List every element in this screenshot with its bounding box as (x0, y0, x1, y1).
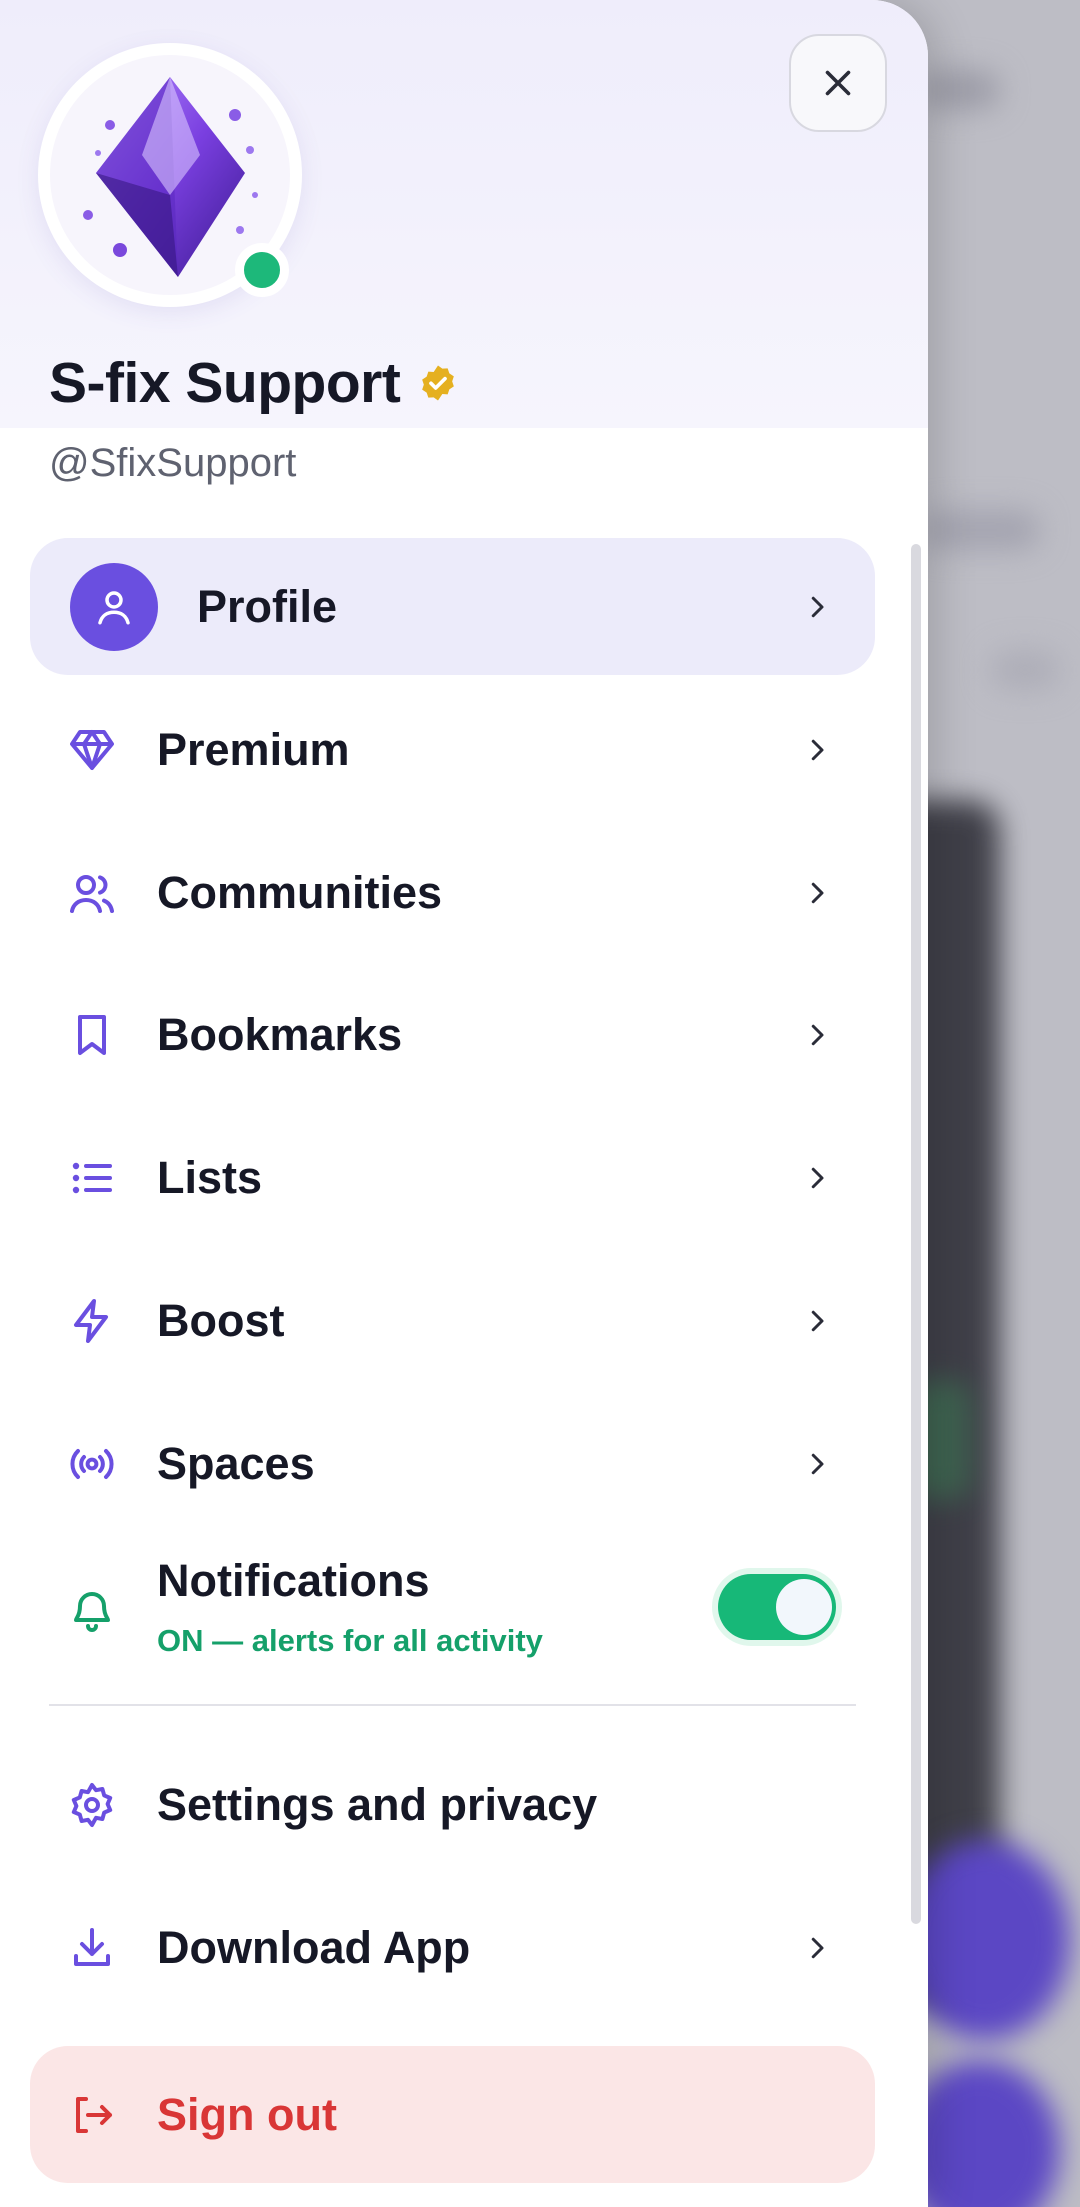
menu-item-label: Boost (157, 1294, 285, 1346)
bookmark-icon (68, 1011, 116, 1059)
side-drawer: S-fix Support @SfixSupport Profile Premi… (0, 0, 928, 2207)
notifications-toggle[interactable] (712, 1568, 842, 1646)
sign-out-label: Sign out (157, 2088, 337, 2140)
close-icon (825, 70, 851, 96)
toggle-track (718, 1574, 836, 1640)
sign-out-button[interactable]: Sign out (30, 2046, 875, 2183)
notifications-label: Notifications (157, 1555, 430, 1606)
menu-item-label: Download App (157, 1921, 471, 1973)
chevron-right-icon (811, 1310, 824, 1331)
bell-icon (68, 1586, 116, 1634)
menu-item-settings[interactable]: Settings and privacy (30, 1736, 875, 1873)
menu-item-label: Lists (157, 1151, 263, 1203)
broadcast-icon (68, 1440, 116, 1488)
menu-item-label: Premium (157, 723, 350, 775)
menu-item-label: Settings and privacy (157, 1778, 598, 1830)
chevron-right-icon (811, 1024, 824, 1045)
menu-item-label: Profile (197, 580, 338, 632)
users-icon (68, 869, 116, 917)
lightning-icon (68, 1297, 116, 1345)
logout-icon (68, 2091, 116, 2139)
profile-handle: @SfixSupport (49, 441, 297, 485)
download-icon (68, 1924, 116, 1972)
profile-name: S-fix Support (49, 351, 401, 415)
avatar[interactable] (38, 43, 302, 307)
online-status-dot (235, 243, 289, 297)
menu-item-boost[interactable]: Boost (30, 1252, 875, 1389)
menu-item-premium[interactable]: Premium (30, 681, 875, 818)
chevron-right-icon (811, 596, 824, 617)
chevron-right-icon (811, 739, 824, 760)
menu-item-communities[interactable]: Communities (30, 824, 875, 961)
menu-item-label: Communities (157, 866, 443, 918)
menu-item-label: Bookmarks (157, 1008, 403, 1060)
menu-item-bookmarks[interactable]: Bookmarks (30, 966, 875, 1103)
chevron-right-icon (811, 882, 824, 903)
gear-icon (68, 1781, 116, 1829)
chevron-right-icon (811, 1937, 824, 1958)
verified-badge-icon (422, 365, 455, 401)
menu-item-lists[interactable]: Lists (30, 1109, 875, 1246)
toggle-knob (776, 1579, 832, 1635)
notifications-status: ON — alerts for all activity (157, 1623, 543, 1658)
menu-item-label: Spaces (157, 1437, 315, 1489)
chevron-right-icon (811, 1167, 824, 1188)
divider (49, 1704, 856, 1706)
close-button[interactable] (789, 34, 887, 132)
chevron-right-icon (811, 1453, 824, 1474)
user-icon (70, 562, 158, 651)
profile-name-row: S-fix Support (49, 350, 458, 416)
menu-item-download-app[interactable]: Download App (30, 1879, 875, 2016)
menu-item-spaces[interactable]: Spaces (30, 1395, 875, 1532)
scrollbar[interactable] (911, 544, 921, 1924)
list-icon (68, 1154, 116, 1202)
menu-item-profile[interactable]: Profile (30, 538, 875, 675)
gem-icon (68, 726, 116, 774)
